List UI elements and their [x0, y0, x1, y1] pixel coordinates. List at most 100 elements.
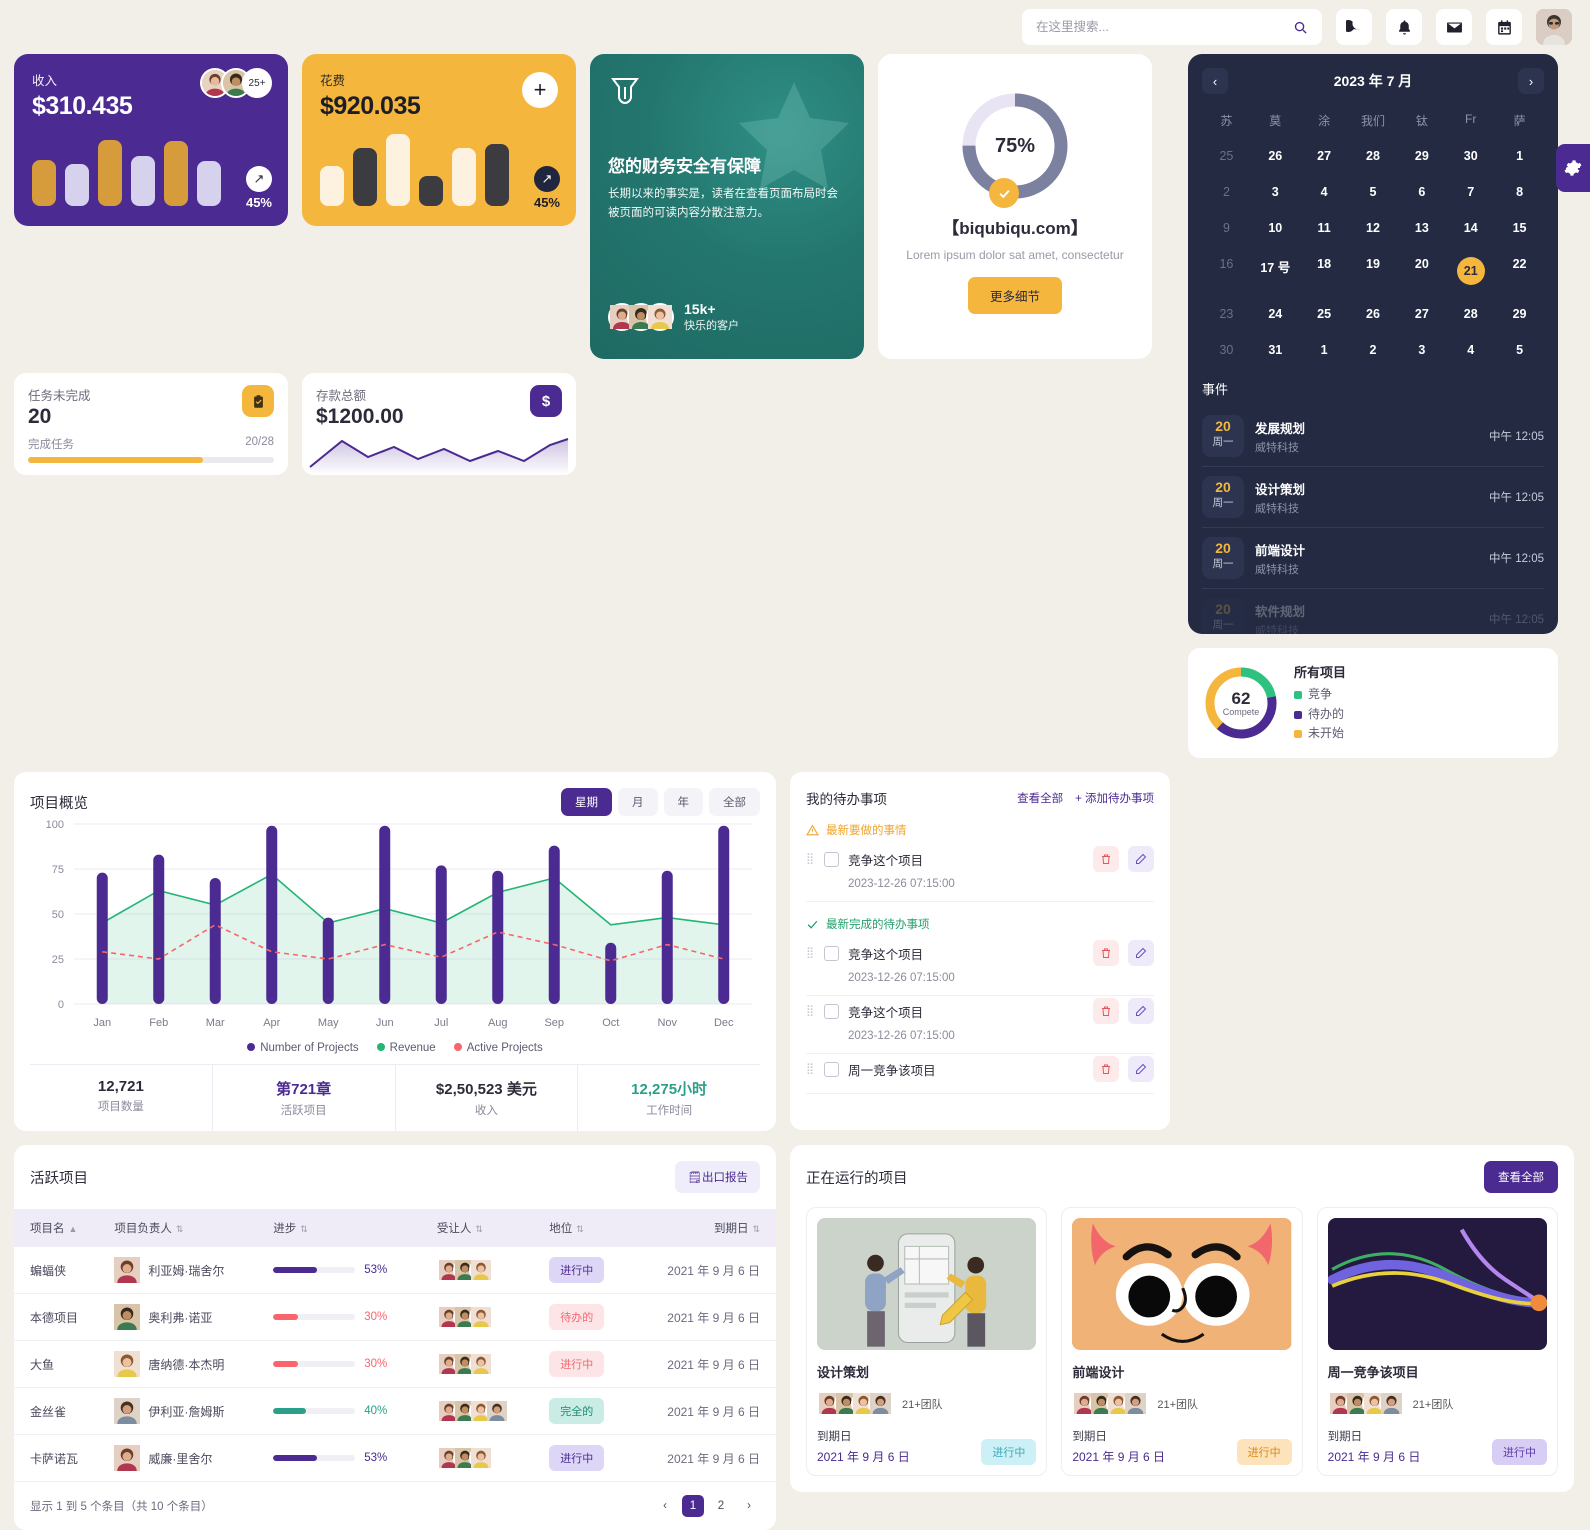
calendar-day[interactable]: 27: [1300, 141, 1349, 171]
search-box[interactable]: [1022, 9, 1322, 45]
event-item[interactable]: 20 周一 软件规划 威特科技 中午 12:05: [1202, 589, 1544, 634]
calendar-button[interactable]: [1486, 9, 1522, 45]
chart-tab-year[interactable]: 年: [663, 788, 703, 816]
calendar-day[interactable]: 5: [1495, 335, 1544, 365]
calendar-day[interactable]: 30: [1446, 141, 1495, 171]
todo-checkbox[interactable]: [824, 1061, 840, 1077]
calendar-day[interactable]: 9: [1202, 213, 1251, 243]
running-view-all-button[interactable]: 查看全部: [1484, 1161, 1558, 1193]
pagination-page-1[interactable]: 1: [682, 1495, 704, 1517]
calendar-day[interactable]: 24: [1251, 299, 1300, 329]
calendar-day[interactable]: 6: [1397, 177, 1446, 207]
calendar-day[interactable]: 4: [1446, 335, 1495, 365]
calendar-day[interactable]: 29: [1495, 299, 1544, 329]
running-project-card[interactable]: 前端设计 21+团队 到期日 2021 年 9 月 6 日 进行中: [1061, 1207, 1303, 1476]
add-expense-button[interactable]: +: [522, 72, 558, 108]
todo-view-all-link[interactable]: 查看全部: [1017, 790, 1063, 806]
table-col-3[interactable]: 受让人 ⇅: [427, 1209, 539, 1247]
running-project-card[interactable]: 周一竞争该项目 21+团队 到期日 2021 年 9 月 6 日 进行中: [1316, 1207, 1558, 1476]
calendar-day[interactable]: 18: [1300, 249, 1349, 293]
project-team-avatars[interactable]: [1327, 1391, 1404, 1416]
project-team-avatars[interactable]: [817, 1391, 893, 1416]
table-row[interactable]: 大鱼 唐纳德·本杰明 30% 进行中 2021 年 9 月 6 日: [14, 1340, 776, 1388]
table-col-2[interactable]: 进步 ⇅: [263, 1209, 427, 1247]
calendar-day[interactable]: 20: [1397, 249, 1446, 293]
table-header-row[interactable]: 项目名 ▲ 项目负责人 ⇅ 进步 ⇅ 受让人 ⇅ 地位 ⇅ 到期日 ⇅: [14, 1209, 776, 1247]
table-row[interactable]: 蝙蝠侠 利亚姆·瑞舍尔 53% 进行中 2021 年 9 月 6 日: [14, 1247, 776, 1294]
table-row[interactable]: 本德项目 奥利弗·诺亚 30% 待办的 2021 年 9 月 6 日: [14, 1293, 776, 1341]
calendar-day[interactable]: 28: [1349, 141, 1398, 171]
notifications-button[interactable]: [1386, 9, 1422, 45]
drag-handle-icon[interactable]: ⣿: [806, 1005, 815, 1016]
calendar-day[interactable]: 25: [1300, 299, 1349, 329]
todo-edit-button[interactable]: [1128, 998, 1154, 1024]
todo-delete-button[interactable]: [1093, 998, 1119, 1024]
calendar-day[interactable]: 22: [1495, 249, 1544, 293]
calendar-day[interactable]: 2: [1202, 177, 1251, 207]
assignee-avatars[interactable]: [436, 1352, 529, 1376]
todo-checkbox[interactable]: [824, 851, 840, 867]
todo-add-button[interactable]: + 添加待办事项: [1075, 790, 1154, 806]
todo-delete-button[interactable]: [1093, 846, 1119, 872]
pagination-page-2[interactable]: 2: [710, 1495, 732, 1517]
pagination-prev[interactable]: ‹: [654, 1495, 676, 1517]
calendar-day[interactable]: 17 号: [1251, 249, 1300, 293]
assignee-avatars[interactable]: [436, 1446, 529, 1470]
calendar-day[interactable]: 13: [1397, 213, 1446, 243]
expense-stat-card[interactable]: 花费 $920.035 + ↗ 45%: [302, 54, 576, 226]
calendar-day[interactable]: 19: [1349, 249, 1398, 293]
running-project-card[interactable]: 设计策划 21+团队 到期日 2021 年 9 月 6 日 进行中: [806, 1207, 1048, 1476]
calendar-day[interactable]: 23: [1202, 299, 1251, 329]
calendar-day[interactable]: 5: [1349, 177, 1398, 207]
calendar-next-button[interactable]: ›: [1517, 68, 1544, 94]
revenue-avatar-stack[interactable]: 25+: [200, 68, 272, 98]
calendar-day[interactable]: 10: [1251, 213, 1300, 243]
calendar-day[interactable]: 29: [1397, 141, 1446, 171]
assignee-avatars[interactable]: [436, 1305, 529, 1329]
calendar-day[interactable]: 12: [1349, 213, 1398, 243]
table-row[interactable]: 卡萨诺瓦 威廉·里舍尔 53% 进行中 2021 年 9 月 6 日: [14, 1434, 776, 1482]
revenue-stat-card[interactable]: 收入 $310.435 25+ ↗ 45%: [14, 54, 288, 226]
calendar-day[interactable]: 15: [1495, 213, 1544, 243]
table-col-5[interactable]: 到期日 ⇅: [631, 1209, 776, 1247]
more-details-button[interactable]: 更多细节: [967, 277, 1062, 315]
calendar-day[interactable]: 8: [1495, 177, 1544, 207]
drag-handle-icon[interactable]: ⣿: [806, 853, 815, 864]
todo-checkbox[interactable]: [824, 1003, 840, 1019]
calendar-day[interactable]: 2: [1349, 335, 1398, 365]
calendar-day[interactable]: 14: [1446, 213, 1495, 243]
calendar-day[interactable]: 3: [1397, 335, 1446, 365]
chart-tab-month[interactable]: 月: [618, 788, 658, 816]
drag-handle-icon[interactable]: ⣿: [806, 1063, 815, 1074]
search-input[interactable]: [1036, 20, 1285, 34]
calendar-day[interactable]: 3: [1251, 177, 1300, 207]
calendar-day[interactable]: 4: [1300, 177, 1349, 207]
calendar-grid[interactable]: 苏莫涂我们钛 Fr 萨 25 26 27 28 29 30 1 2 3 4 5 6 7 8 9 10 11 12 13 14…: [1202, 106, 1544, 365]
pagination-next[interactable]: ›: [738, 1495, 760, 1517]
search-icon[interactable]: [1293, 20, 1308, 35]
table-col-0[interactable]: 项目名 ▲: [14, 1209, 104, 1247]
calendar-day[interactable]: 26: [1349, 299, 1398, 329]
todo-edit-button[interactable]: [1128, 846, 1154, 872]
calendar-day[interactable]: 27: [1397, 299, 1446, 329]
todo-delete-button[interactable]: [1093, 1056, 1119, 1082]
calendar-day[interactable]: 1: [1300, 335, 1349, 365]
assignee-avatars[interactable]: [436, 1258, 529, 1282]
drag-handle-icon[interactable]: ⣿: [806, 947, 815, 958]
calendar-day[interactable]: 11: [1300, 213, 1349, 243]
chart-tab-all[interactable]: 全部: [709, 788, 760, 816]
export-report-button[interactable]: 🗒出口报告: [675, 1161, 760, 1193]
avatar-more-count[interactable]: 25+: [242, 68, 272, 98]
calendar-day[interactable]: 16: [1202, 249, 1251, 293]
calendar-day[interactable]: 7: [1446, 177, 1495, 207]
dark-mode-button[interactable]: [1336, 9, 1372, 45]
todo-checkbox[interactable]: [824, 945, 840, 961]
event-item[interactable]: 20 周一 设计策划 威特科技 中午 12:05: [1202, 467, 1544, 528]
calendar-day[interactable]: 31: [1251, 335, 1300, 365]
todo-delete-button[interactable]: [1093, 940, 1119, 966]
calendar-day[interactable]: 25: [1202, 141, 1251, 171]
table-col-1[interactable]: 项目负责人 ⇅: [104, 1209, 263, 1247]
project-team-avatars[interactable]: [1072, 1391, 1149, 1416]
table-col-4[interactable]: 地位 ⇅: [539, 1209, 631, 1247]
chart-tab-week[interactable]: 星期: [561, 788, 612, 816]
